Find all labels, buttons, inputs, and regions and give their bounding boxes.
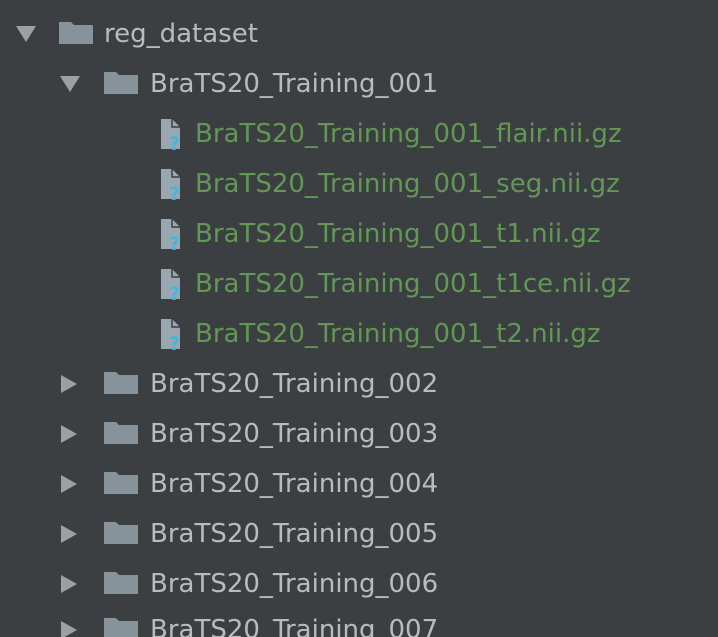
tree-item-folder-004[interactable]: BraTS20_Training_004: [0, 459, 718, 509]
tree-item-label: BraTS20_Training_001_t1.nii.gz: [195, 219, 601, 249]
svg-text:?: ?: [169, 133, 180, 155]
tree-item-file[interactable]: ? BraTS20_Training_001_seg.nii.gz: [0, 159, 718, 209]
tree-item-label: BraTS20_Training_001_t2.nii.gz: [195, 319, 601, 349]
folder-icon: [103, 359, 143, 409]
tree-item-label: BraTS20_Training_006: [150, 569, 439, 599]
tree-item-folder-005[interactable]: BraTS20_Training_005: [0, 509, 718, 559]
expand-arrow-right-icon[interactable]: [58, 359, 82, 409]
tree-item-file[interactable]: ? BraTS20_Training_001_flair.nii.gz: [0, 109, 718, 159]
folder-icon: [103, 459, 143, 509]
svg-text:?: ?: [169, 333, 180, 355]
tree-item-folder-002[interactable]: BraTS20_Training_002: [0, 359, 718, 409]
tree-item-folder-007[interactable]: BraTS20_Training_007: [0, 605, 718, 637]
tree-item-file[interactable]: ? BraTS20_Training_001_t1.nii.gz: [0, 209, 718, 259]
tree-item-label: BraTS20_Training_004: [150, 469, 439, 499]
tree-item-label: BraTS20_Training_003: [150, 419, 439, 449]
expand-arrow-right-icon[interactable]: [58, 605, 82, 637]
tree-item-folder-001[interactable]: BraTS20_Training_001: [0, 59, 718, 109]
expand-arrow-right-icon[interactable]: [58, 509, 82, 559]
unknown-file-icon: ?: [152, 259, 192, 309]
tree-item-label: reg_dataset: [104, 19, 258, 49]
folder-icon: [103, 605, 143, 637]
tree-item-folder-006[interactable]: BraTS20_Training_006: [0, 559, 718, 609]
tree-item-label: BraTS20_Training_002: [150, 369, 439, 399]
unknown-file-icon: ?: [152, 209, 192, 259]
svg-text:?: ?: [169, 183, 180, 205]
tree-item-reg-dataset[interactable]: reg_dataset: [0, 9, 718, 59]
expand-arrow-right-icon[interactable]: [58, 459, 82, 509]
svg-text:?: ?: [169, 233, 180, 255]
tree-item-label: BraTS20_Training_007: [150, 615, 439, 637]
expand-arrow-down-icon[interactable]: [58, 59, 82, 109]
folder-icon: [58, 9, 98, 59]
tree-item-label: BraTS20_Training_001: [150, 69, 439, 99]
folder-icon: [103, 59, 143, 109]
folder-icon: [103, 409, 143, 459]
folder-icon: [103, 509, 143, 559]
svg-text:?: ?: [169, 283, 180, 305]
expand-arrow-down-icon[interactable]: [14, 9, 38, 59]
tree-item-file[interactable]: ? BraTS20_Training_001_t1ce.nii.gz: [0, 259, 718, 309]
tree-item-label: BraTS20_Training_001_flair.nii.gz: [195, 119, 622, 149]
tree-item-file[interactable]: ? BraTS20_Training_001_t2.nii.gz: [0, 309, 718, 359]
expand-arrow-right-icon[interactable]: [58, 559, 82, 609]
unknown-file-icon: ?: [152, 309, 192, 359]
tree-item-folder-003[interactable]: BraTS20_Training_003: [0, 409, 718, 459]
tree-item-label: BraTS20_Training_001_t1ce.nii.gz: [195, 269, 631, 299]
unknown-file-icon: ?: [152, 109, 192, 159]
tree-item-label: BraTS20_Training_005: [150, 519, 439, 549]
expand-arrow-right-icon[interactable]: [58, 409, 82, 459]
folder-icon: [103, 559, 143, 609]
unknown-file-icon: ?: [152, 159, 192, 209]
tree-item-label: BraTS20_Training_001_seg.nii.gz: [195, 169, 620, 199]
project-tree: reg_dataset BraTS20_Training_001 ? BraTS…: [0, 0, 718, 637]
